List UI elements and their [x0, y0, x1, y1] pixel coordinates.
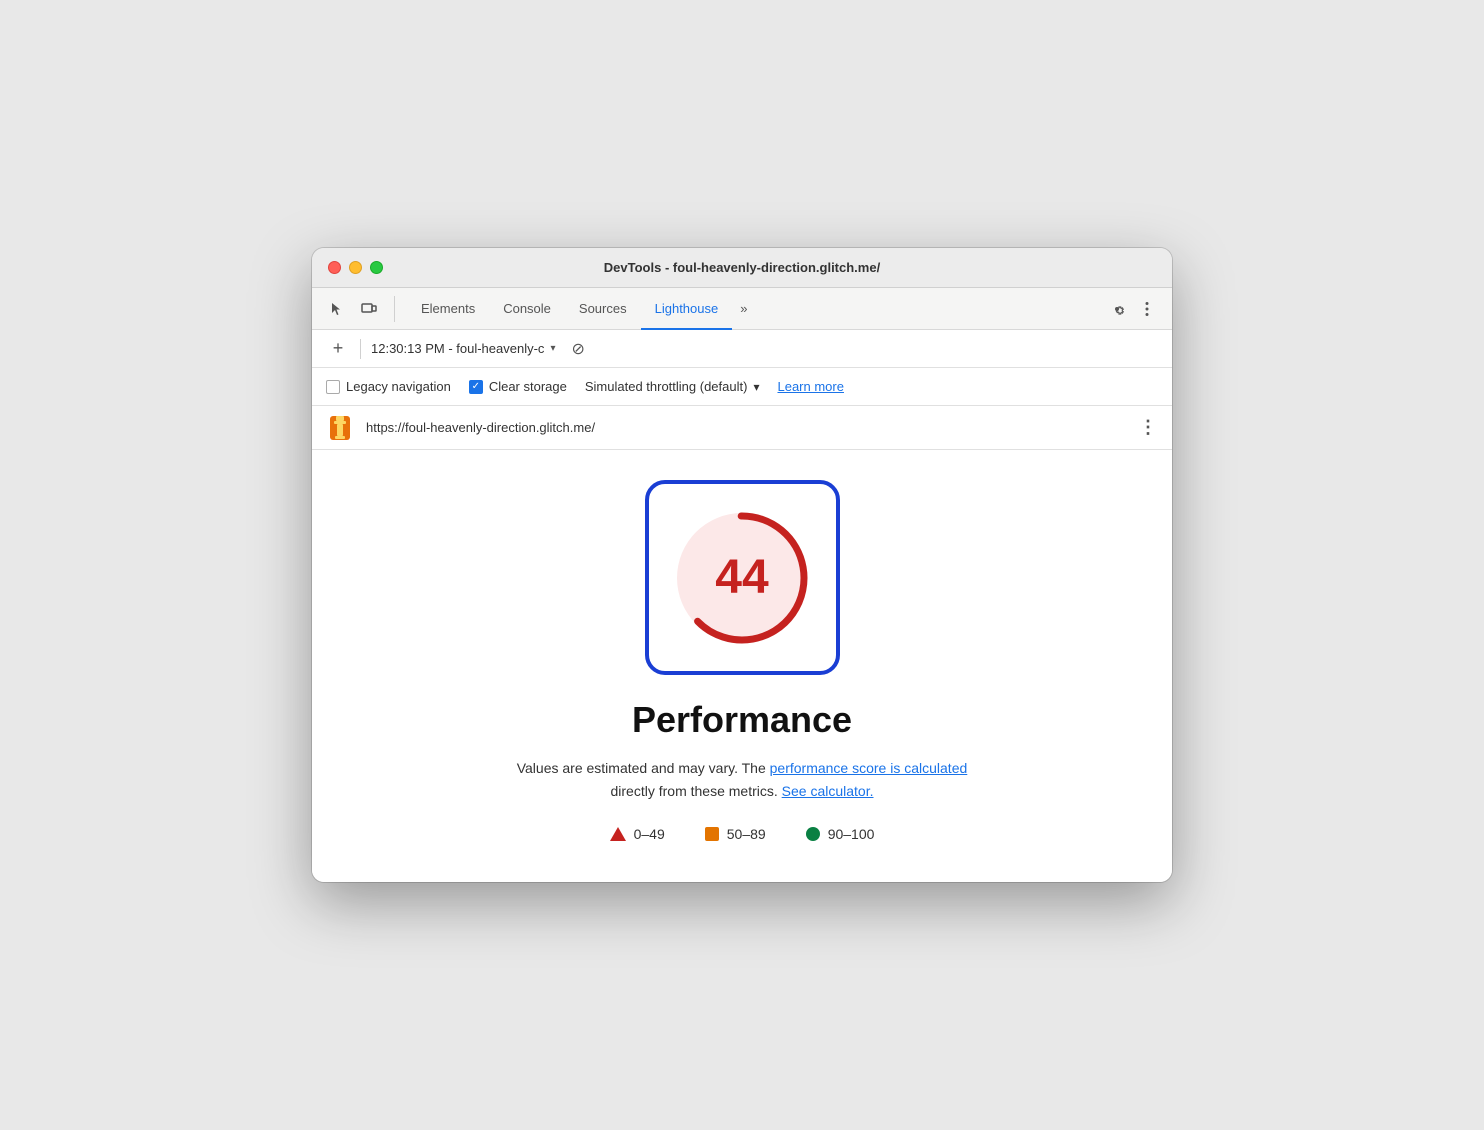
medium-range: 50–89 [727, 826, 766, 842]
titlebar: DevTools - foul-heavenly-direction.glitc… [312, 248, 1172, 288]
tab-elements[interactable]: Elements [407, 289, 489, 330]
clear-storage-checkbox[interactable] [469, 380, 483, 394]
toolbar-divider [360, 339, 361, 359]
legend-medium: 50–89 [705, 826, 766, 842]
description-middle: directly from these metrics. [611, 783, 782, 799]
bad-icon [610, 827, 626, 841]
tab-lighthouse[interactable]: Lighthouse [641, 289, 733, 330]
score-legend: 0–49 50–89 90–100 [610, 826, 875, 842]
add-button[interactable]: + [326, 338, 350, 359]
tab-console[interactable]: Console [489, 289, 565, 330]
good-icon [806, 827, 820, 841]
tab-more-button[interactable]: » [732, 288, 755, 329]
performance-description: Values are estimated and may vary. The p… [517, 757, 968, 802]
urlbar-more-icon[interactable]: ⋮ [1139, 417, 1158, 438]
performance-score: 44 [715, 550, 768, 605]
window-title: DevTools - foul-heavenly-direction.glitc… [604, 260, 880, 275]
clear-storage-group[interactable]: Clear storage [469, 379, 567, 394]
responsive-icon[interactable] [356, 296, 382, 322]
legacy-nav-label: Legacy navigation [346, 379, 451, 394]
performance-title: Performance [632, 699, 852, 741]
legacy-nav-checkbox[interactable] [326, 380, 340, 394]
devtools-window: DevTools - foul-heavenly-direction.glitc… [312, 248, 1172, 882]
maximize-button[interactable] [370, 261, 383, 274]
optionsbar: Legacy navigation Clear storage Simulate… [312, 368, 1172, 406]
no-entry-icon[interactable]: ⊘ [571, 339, 584, 359]
score-circle: 44 [677, 513, 807, 643]
learn-more-link[interactable]: Learn more [777, 379, 843, 394]
lighthouse-icon [326, 414, 354, 442]
cursor-icon[interactable] [324, 296, 350, 322]
minimize-button[interactable] [349, 261, 362, 274]
score-card: 44 [645, 480, 840, 675]
close-button[interactable] [328, 261, 341, 274]
dropdown-arrow-icon: ▾ [550, 343, 555, 354]
bad-range: 0–49 [634, 826, 665, 842]
tab-actions [1104, 296, 1160, 322]
more-vert-icon[interactable] [1134, 296, 1160, 322]
medium-icon [705, 827, 719, 841]
devtools-icon-group [324, 296, 395, 322]
calculator-link[interactable]: See calculator. [782, 783, 874, 799]
throttling-label: Simulated throttling (default) [585, 379, 748, 394]
timestamp-dropdown[interactable]: 12:30:13 PM - foul-heavenly-c ▾ [371, 341, 555, 356]
legend-good: 90–100 [806, 826, 875, 842]
throttling-arrow-icon[interactable]: ▾ [753, 380, 759, 394]
legacy-nav-group[interactable]: Legacy navigation [326, 379, 451, 394]
timestamp-text: 12:30:13 PM - foul-heavenly-c [371, 341, 544, 356]
tabsbar: Elements Console Sources Lighthouse » [312, 288, 1172, 330]
legend-bad: 0–49 [610, 826, 665, 842]
perf-score-link[interactable]: performance score is calculated [770, 760, 968, 776]
traffic-lights [328, 261, 383, 274]
throttling-group: Simulated throttling (default) ▾ [585, 379, 760, 394]
toolbar: + 12:30:13 PM - foul-heavenly-c ▾ ⊘ [312, 330, 1172, 368]
good-range: 90–100 [828, 826, 875, 842]
urlbar: https://foul-heavenly-direction.glitch.m… [312, 406, 1172, 450]
tab-list: Elements Console Sources Lighthouse » [407, 288, 756, 329]
description-prefix: Values are estimated and may vary. The [517, 760, 770, 776]
clear-storage-label: Clear storage [489, 379, 567, 394]
page-url: https://foul-heavenly-direction.glitch.m… [366, 420, 1127, 435]
main-content: 44 Performance Values are estimated and … [312, 450, 1172, 882]
gear-icon[interactable] [1104, 296, 1130, 322]
tab-sources[interactable]: Sources [565, 289, 641, 330]
